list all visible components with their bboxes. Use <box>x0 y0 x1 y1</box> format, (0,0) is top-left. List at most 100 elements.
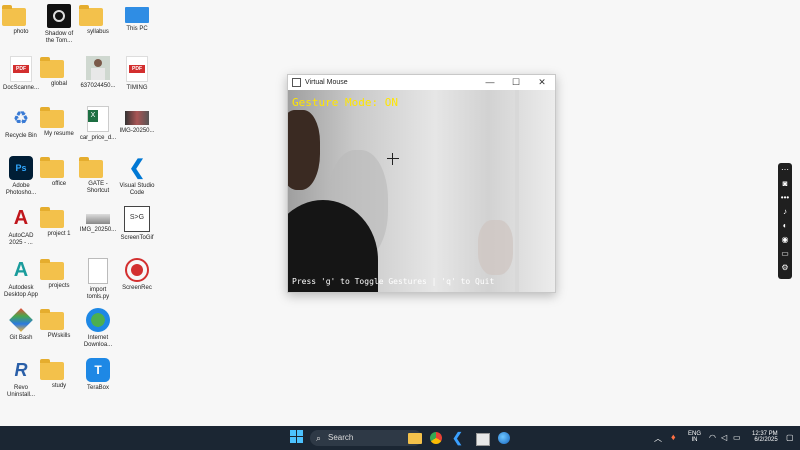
folder-icon <box>40 359 64 380</box>
folder-icon <box>40 57 64 78</box>
desktop-icon[interactable]: global <box>40 56 78 88</box>
desktop-icon[interactable]: S>G ScreenToGif <box>118 206 156 242</box>
pdf-icon: PDF <box>10 56 32 82</box>
desktop-icon[interactable]: ❮ Visual Studio Code <box>118 156 156 197</box>
desktop-icon[interactable]: office <box>40 156 78 188</box>
internet-download-manager-icon <box>86 308 110 332</box>
folder-icon <box>40 309 64 330</box>
game-icon <box>47 4 71 28</box>
chrome-icon[interactable] <box>430 432 442 444</box>
window-titlebar[interactable]: Virtual Mouse — ☐ ✕ <box>288 75 555 89</box>
desktop-icon[interactable]: study <box>40 358 78 390</box>
screenrec-icon <box>125 258 149 282</box>
virtual-mouse-window[interactable]: Virtual Mouse — ☐ ✕ Gesture Mode: ON Pre… <box>287 74 556 293</box>
desktop-icon[interactable]: 637024450... <box>79 56 117 90</box>
desktop-icon[interactable]: R Revo Uninstall... <box>2 358 40 399</box>
toggle-icon[interactable]: ◐ <box>778 219 792 233</box>
help-text: Press 'g' to Toggle Gestures | 'q' to Qu… <box>292 277 495 286</box>
vscode-icon: ❮ <box>128 157 146 179</box>
desktop-icon[interactable]: Git Bash <box>2 308 40 342</box>
window-title: Virtual Mouse <box>305 78 348 86</box>
windows-start-icon[interactable] <box>290 430 304 446</box>
desktop-icon[interactable]: ♻ Recycle Bin <box>2 106 40 140</box>
desktop-icon[interactable]: PWskills <box>40 308 78 340</box>
document-icon <box>88 258 108 284</box>
desktop-icon[interactable]: Internet Downloa... <box>79 308 117 349</box>
folder-icon <box>2 5 26 26</box>
desktop-icon[interactable]: GATE - Shortcut <box>79 156 117 195</box>
git-bash-icon <box>9 308 33 332</box>
floating-toolbar: ⋯ ◙ ••• ♪ ◐ ◉ ▭ ⚙ <box>778 163 792 279</box>
desktop-icon[interactable]: A AutoCAD 2025 - ... <box>2 206 40 247</box>
folder-icon <box>40 259 64 280</box>
revo-uninstaller-icon: R <box>14 360 28 380</box>
desktop-icon[interactable]: projects <box>40 258 78 290</box>
region-label[interactable]: IN <box>688 437 701 443</box>
photo-thumbnail-icon <box>86 56 110 80</box>
desktop-icon[interactable]: IMG-20250... <box>118 106 156 135</box>
settings-icon[interactable]: ⚙ <box>778 261 792 275</box>
close-button[interactable]: ✕ <box>529 75 555 89</box>
folder-icon <box>40 207 64 228</box>
vscode-taskbar-icon[interactable]: ❮ <box>452 430 466 446</box>
desktop-icon[interactable]: This PC <box>118 4 156 33</box>
more-icon[interactable]: ••• <box>778 191 792 205</box>
maximize-button[interactable]: ☐ <box>503 75 529 89</box>
recycle-bin-icon: ♻ <box>12 108 30 128</box>
desktop-icon[interactable]: import tomls.py <box>79 258 117 301</box>
image-thumbnail-icon <box>86 214 110 224</box>
record-icon[interactable]: ◉ <box>778 233 792 247</box>
desktop-icon[interactable]: T TeraBox <box>79 358 117 392</box>
folder-icon <box>40 107 64 128</box>
desktop-icon[interactable]: ScreenRec <box>118 258 156 292</box>
wifi-icon[interactable]: ◠ <box>709 433 716 442</box>
desktop-icon[interactable]: syllabus <box>79 4 117 36</box>
terabox-icon: T <box>86 358 110 382</box>
desktop-icon[interactable]: PDF DocScanne... <box>2 56 40 92</box>
pdf-icon: PDF <box>126 56 148 82</box>
mic-tray-icon[interactable]: ♦ <box>671 432 676 442</box>
window-icon[interactable]: ▭ <box>778 247 792 261</box>
autocad-icon: A <box>13 207 29 229</box>
app-taskbar-icon[interactable] <box>476 433 490 446</box>
person-head <box>288 110 320 190</box>
excel-icon: X <box>87 106 109 132</box>
camera-feed: Gesture Mode: ON Press 'g' to Toggle Ges… <box>288 90 555 292</box>
desktop-icon[interactable]: PDF TIMING <box>118 56 156 92</box>
microphone-icon[interactable]: ♪ <box>778 205 792 219</box>
chevron-up-icon[interactable]: ︿ <box>654 433 662 444</box>
desktop-icon[interactable]: IMG_20250... <box>79 206 117 234</box>
camera-icon[interactable]: ◙ <box>778 177 792 191</box>
screentogif-icon: S>G <box>124 206 150 232</box>
folder-icon <box>79 157 103 178</box>
desktop-icon[interactable]: photo <box>2 4 40 36</box>
notification-icon[interactable]: ▢ <box>786 433 794 442</box>
battery-icon[interactable]: ▭ <box>733 433 741 442</box>
minimize-button[interactable]: — <box>477 75 503 89</box>
desktop-icon[interactable]: Shadow of the Tom... <box>40 4 78 45</box>
file-explorer-icon[interactable] <box>408 433 422 444</box>
taskbar: ⌕ Search ❮ ︿ ♦ ENG IN ◠ ◁ ▭ 12:37 PM 6/2… <box>0 426 800 450</box>
volume-icon[interactable]: ◁ <box>721 433 727 442</box>
photoshop-icon: Ps <box>9 156 33 180</box>
autodesk-icon: A <box>13 259 29 281</box>
folder-icon <box>40 157 64 178</box>
desktop-icon[interactable]: Ps Adobe Photosho... <box>2 156 40 197</box>
desktop-icon[interactable]: A Autodesk Desktop App <box>2 258 40 299</box>
search-icon: ⌕ <box>316 433 322 443</box>
desktop-icon[interactable]: Xcar_price_d... <box>79 106 117 142</box>
grip-icon[interactable]: ⋯ <box>778 163 792 177</box>
desktop-icon[interactable]: project 1 <box>40 206 78 238</box>
globe-taskbar-icon[interactable] <box>498 432 510 444</box>
hand <box>478 220 513 275</box>
monitor-icon <box>125 7 149 23</box>
search-placeholder: Search <box>328 433 354 442</box>
folder-icon <box>79 5 103 26</box>
search-box[interactable]: ⌕ Search <box>310 430 422 446</box>
cursor-crosshair-icon <box>387 153 399 165</box>
app-icon <box>292 77 301 87</box>
clock-date[interactable]: 6/2/2025 <box>752 437 777 443</box>
image-thumbnail-icon <box>125 111 149 125</box>
gesture-mode-label: Gesture Mode: ON <box>292 96 398 109</box>
desktop-icon[interactable]: My resume <box>40 106 78 138</box>
